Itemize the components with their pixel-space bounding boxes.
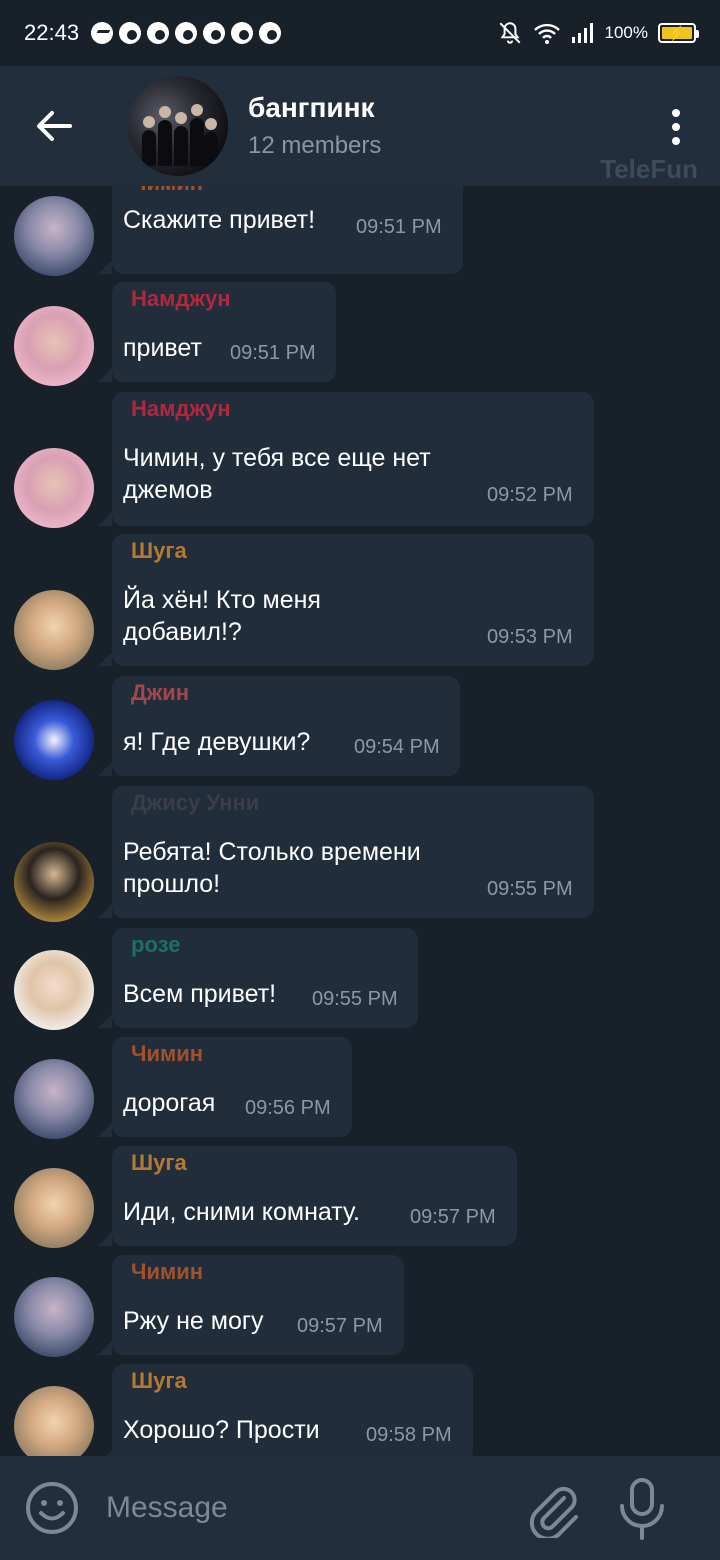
avatar[interactable] [14, 1277, 94, 1357]
avatar[interactable] [14, 1059, 94, 1139]
sender-name: Шуга [131, 1150, 187, 1175]
chrome-icon [203, 22, 226, 44]
message-time: 09:51 PM [356, 216, 442, 238]
sender-name: Намджун [131, 286, 231, 311]
messenger-icon [91, 22, 114, 44]
message-bubble[interactable]: Джису Унни Ребята! Столько времени прошл… [98, 786, 594, 918]
message-row: Шуга Иди, сними комнату. 09:57 PM [0, 1146, 720, 1248]
sender-name: Чимин [131, 1259, 204, 1284]
message-time: 09:51 PM [230, 342, 316, 364]
watermark: TeleFun [600, 154, 698, 184]
message-bubble[interactable]: Чимин дорогая 09:56 PM [98, 1037, 352, 1137]
sender-name: Джису Унни [131, 790, 260, 815]
message-row: Намджун привет 09:51 PM [0, 282, 720, 386]
avatar[interactable] [14, 1386, 94, 1456]
battery-icon: ⚡ [658, 23, 699, 43]
message-text: Ржу не могу [123, 1307, 264, 1335]
message-list[interactable]: Чимин Скажите привет! 09:51 PM Намджун п… [0, 186, 720, 1456]
message-time: 09:55 PM [312, 988, 398, 1010]
message-time: 09:58 PM [366, 1424, 452, 1446]
sender-name: розе [131, 932, 181, 957]
message-bubble[interactable]: Чимин Скажите привет! 09:51 PM [98, 186, 463, 274]
sender-name: Намджун [131, 396, 231, 421]
message-bubble[interactable]: Чимин Ржу не могу 09:57 PM [98, 1255, 404, 1355]
message-bubble[interactable]: Намджун привет 09:51 PM [98, 282, 336, 382]
message-bubble[interactable]: Джин я! Где девушки? 09:54 PM [98, 676, 460, 776]
sender-name: Шуга [131, 538, 187, 563]
avatar[interactable] [14, 448, 94, 528]
header-info[interactable]: бангпинк 12 members [248, 92, 381, 160]
sender-name: Джин [131, 680, 190, 705]
message-text: Хорошо? Прости [123, 1416, 320, 1444]
message-time: 09:53 PM [487, 626, 573, 648]
message-bubble[interactable]: Шуга Йа хён! Кто меня добавил!? 09:53 PM [98, 534, 594, 666]
paperclip-icon[interactable] [524, 1480, 582, 1538]
chrome-icon [175, 22, 198, 44]
status-time: 22:43 [24, 20, 80, 45]
chrome-icon [231, 22, 254, 44]
sender-name: Чимин [131, 186, 203, 196]
message-row: розе Всем привет! 09:55 PM [0, 928, 720, 1030]
message-bubble[interactable]: Шуга Иди, сними комнату. 09:57 PM [98, 1146, 517, 1246]
status-bar: 22:43 100% ⚡ [0, 0, 720, 66]
message-time: 09:55 PM [487, 878, 573, 900]
message-text: Чимин, у тебя все еще нет джемов [123, 444, 431, 504]
message-text: Ребята! Столько времени прошло! [123, 838, 421, 898]
avatar[interactable] [14, 590, 94, 670]
message-text: я! Где девушки? [123, 728, 311, 756]
avatar[interactable] [14, 196, 94, 276]
message-time: 09:52 PM [487, 484, 573, 506]
avatar[interactable] [14, 842, 94, 922]
sender-name: Чимин [131, 1041, 204, 1066]
arrow-left-icon [37, 111, 72, 141]
message-time: 09:54 PM [354, 736, 440, 758]
battery-percent: 100% [604, 23, 648, 42]
message-row: Джису Унни Ребята! Столько времени прошл… [0, 786, 720, 922]
message-text: Иди, сними комнату. [123, 1198, 360, 1226]
sender-name: Шуга [131, 1368, 187, 1393]
message-time: 09:57 PM [410, 1206, 496, 1228]
chrome-icon [147, 22, 170, 44]
avatar[interactable] [14, 950, 94, 1030]
status-right: 100% ⚡ [497, 20, 699, 46]
avatar[interactable] [14, 306, 94, 386]
message-row: Намджун Чимин, у тебя все еще нет джемов… [0, 392, 720, 528]
bell-off-icon [499, 22, 520, 44]
chrome-icon [259, 22, 282, 44]
more-vert-icon [672, 109, 680, 117]
chat-header: бангпинк 12 members TeleFun [0, 66, 720, 186]
group-avatar[interactable] [128, 76, 228, 176]
message-input[interactable] [106, 1478, 506, 1538]
wifi-icon [533, 23, 560, 44]
more-menu-button[interactable] [656, 102, 696, 152]
message-row: Шуга Йа хён! Кто меня добавил!? 09:53 PM [0, 534, 720, 670]
message-text: Скажите привет! [123, 206, 316, 234]
message-bubble[interactable]: Намджун Чимин, у тебя все еще нет джемов… [98, 392, 594, 526]
signal-icon [571, 23, 593, 43]
message-composer [0, 1456, 720, 1560]
microphone-icon[interactable] [616, 1478, 668, 1540]
message-text: привет [123, 334, 202, 362]
message-row: Шуга Хорошо? Прости 09:58 PM [0, 1364, 720, 1456]
emoji-icon[interactable] [24, 1480, 80, 1536]
message-time: 09:56 PM [245, 1097, 331, 1119]
message-text: Всем привет! [123, 980, 277, 1008]
message-text: дорогая [123, 1089, 216, 1117]
chrome-icon [119, 22, 142, 44]
message-time: 09:57 PM [297, 1315, 383, 1337]
message-bubble[interactable]: Шуга Хорошо? Прости 09:58 PM [98, 1364, 473, 1456]
avatar[interactable] [14, 1168, 94, 1248]
message-bubble[interactable]: розе Всем привет! 09:55 PM [98, 928, 418, 1028]
message-row: Чимин дорогая 09:56 PM [0, 1037, 720, 1139]
message-row: Чимин Скажите привет! 09:51 PM [0, 186, 720, 276]
message-row: Джин я! Где девушки? 09:54 PM [0, 676, 720, 780]
group-title: бангпинк [248, 92, 375, 123]
message-row: Чимин Ржу не могу 09:57 PM [0, 1255, 720, 1357]
member-count: 12 members [248, 132, 382, 159]
back-button[interactable] [24, 96, 84, 156]
message-text: Йа хён! Кто меня добавил!? [123, 586, 321, 646]
status-left: 22:43 [24, 20, 282, 46]
avatar[interactable] [14, 700, 94, 780]
